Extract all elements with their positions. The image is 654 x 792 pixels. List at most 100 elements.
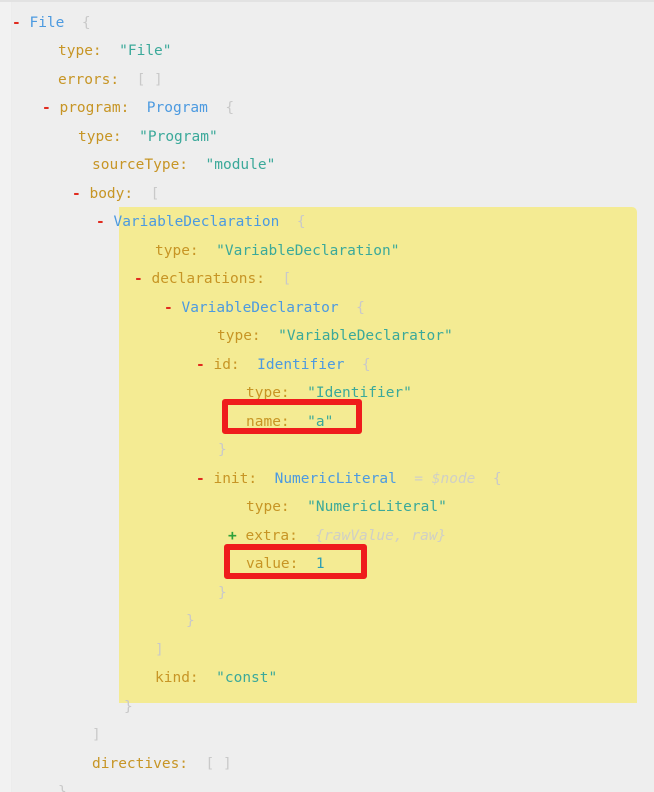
property-key[interactable]: type:	[58, 43, 102, 59]
value-spacer	[339, 300, 356, 316]
collapse-toggle-icon[interactable]: -	[96, 214, 113, 230]
string-value[interactable]: "VariableDeclaration"	[216, 243, 399, 259]
ast-line[interactable]: }	[0, 607, 654, 636]
ast-line[interactable]: type: "Identifier"	[0, 379, 654, 408]
node-type-label[interactable]: VariableDeclaration	[113, 214, 279, 230]
string-value[interactable]: "VariableDeclarator"	[278, 328, 453, 344]
ast-line[interactable]: type: "Program"	[0, 123, 654, 152]
bracket-token: {	[344, 356, 371, 373]
value-spacer	[122, 129, 139, 145]
bracket-token[interactable]: [	[151, 186, 160, 202]
bracket-token[interactable]: }	[218, 585, 227, 601]
value-spacer	[64, 15, 81, 31]
ast-line[interactable]: - VariableDeclaration {	[0, 208, 654, 237]
property-key[interactable]: sourceType:	[92, 157, 188, 173]
value-spacer	[119, 72, 136, 88]
ast-line[interactable]: type: "VariableDeclaration"	[0, 237, 654, 266]
ast-line[interactable]: - program: Program {	[0, 94, 654, 123]
ast-line[interactable]: type: "File"	[0, 37, 654, 66]
ast-line[interactable]: errors: [ ]	[0, 66, 654, 95]
number-value[interactable]: 1	[316, 556, 325, 572]
value-spacer	[279, 214, 296, 230]
ast-line[interactable]: }	[0, 579, 654, 608]
property-key[interactable]: type:	[155, 243, 199, 259]
ast-line[interactable]: ]	[0, 636, 654, 665]
string-value[interactable]: "NumericLiteral"	[307, 499, 447, 515]
property-key[interactable]: value:	[246, 556, 298, 572]
property-key[interactable]: extra:	[245, 528, 297, 544]
ast-line[interactable]: type: "VariableDeclarator"	[0, 322, 654, 351]
value-spacer	[188, 157, 205, 173]
ast-line[interactable]: value: 1	[0, 550, 654, 579]
ast-line[interactable]: - body: [	[0, 180, 654, 209]
bracket-token: {	[207, 100, 235, 116]
ast-line[interactable]: type: "NumericLiteral"	[0, 493, 654, 522]
ast-line[interactable]: name: "a"	[0, 408, 654, 437]
value-spacer	[188, 756, 205, 772]
property-key[interactable]: id:	[213, 357, 239, 373]
bracket-token[interactable]: {	[356, 300, 365, 316]
collapse-toggle-icon[interactable]: -	[12, 15, 29, 31]
ast-line[interactable]: }	[0, 436, 654, 465]
bracket-token[interactable]: }	[124, 699, 133, 715]
string-value[interactable]: "a"	[307, 414, 333, 430]
ast-line[interactable]: ]	[0, 721, 654, 750]
property-key[interactable]: type:	[217, 328, 261, 344]
property-key[interactable]: errors:	[58, 72, 119, 88]
property-key[interactable]: body:	[89, 186, 133, 202]
bracket-token[interactable]: }	[186, 613, 195, 629]
collapse-toggle-icon[interactable]: -	[196, 357, 213, 373]
bracket-token[interactable]: }	[58, 784, 67, 792]
ast-line[interactable]: - id: Identifier {	[0, 351, 654, 380]
string-value[interactable]: "Program"	[139, 129, 218, 145]
node-type-label[interactable]: VariableDeclarator	[181, 300, 338, 316]
property-key[interactable]: name:	[246, 414, 290, 430]
string-value[interactable]: "Identifier"	[307, 385, 412, 401]
property-key[interactable]: declarations:	[151, 271, 265, 287]
property-key[interactable]: init:	[213, 471, 257, 487]
value-spacer	[102, 43, 119, 59]
bracket-token[interactable]: {	[82, 15, 91, 31]
property-key[interactable]: type:	[246, 499, 290, 515]
string-value[interactable]: "module"	[206, 157, 276, 173]
ast-line[interactable]: }	[0, 693, 654, 722]
ast-line[interactable]: }	[0, 778, 654, 792]
value-spacer	[298, 556, 315, 572]
collapse-toggle-icon[interactable]: -	[134, 271, 151, 287]
property-key[interactable]: program:	[59, 100, 129, 116]
property-key[interactable]: type:	[78, 129, 122, 145]
ast-line[interactable]: sourceType: "module"	[0, 151, 654, 180]
bracket-token[interactable]: {	[297, 214, 306, 230]
node-type-label[interactable]: File	[29, 15, 64, 31]
bracket-token[interactable]: [ ]	[206, 756, 232, 772]
node-type-value[interactable]: Identifier	[257, 357, 344, 373]
bracket-token[interactable]: ]	[92, 727, 101, 743]
string-value[interactable]: "File"	[119, 43, 171, 59]
bracket-token[interactable]: [ ]	[137, 72, 163, 88]
ast-line[interactable]: kind: "const"	[0, 664, 654, 693]
value-spacer	[290, 385, 307, 401]
ghost-annotation-text: = $node	[396, 470, 476, 487]
ast-line[interactable]: - File {	[0, 9, 654, 38]
value-spacer	[133, 186, 150, 202]
string-value[interactable]: "const"	[216, 670, 277, 686]
node-type-value[interactable]: Program	[147, 100, 208, 116]
collapse-toggle-icon[interactable]: -	[196, 471, 213, 487]
ast-line[interactable]: directives: [ ]	[0, 750, 654, 779]
collapse-toggle-icon[interactable]: -	[164, 300, 181, 316]
expand-toggle-icon[interactable]: +	[228, 528, 245, 544]
bracket-token[interactable]: }	[218, 442, 227, 458]
property-key[interactable]: type:	[246, 385, 290, 401]
ast-line[interactable]: + extra: {rawValue, raw}	[0, 522, 654, 551]
node-type-value[interactable]: NumericLiteral	[275, 471, 397, 487]
ast-line[interactable]: - init: NumericLiteral = $node {	[0, 465, 654, 494]
value-spacer	[290, 414, 307, 430]
collapse-toggle-icon[interactable]: -	[42, 100, 59, 116]
ast-line[interactable]: - declarations: [	[0, 265, 654, 294]
bracket-token[interactable]: [	[282, 271, 291, 287]
ast-line[interactable]: - VariableDeclarator {	[0, 294, 654, 323]
bracket-token[interactable]: ]	[155, 642, 164, 658]
collapse-toggle-icon[interactable]: -	[72, 186, 89, 202]
property-key[interactable]: kind:	[155, 670, 199, 686]
property-key[interactable]: directives:	[92, 756, 188, 772]
